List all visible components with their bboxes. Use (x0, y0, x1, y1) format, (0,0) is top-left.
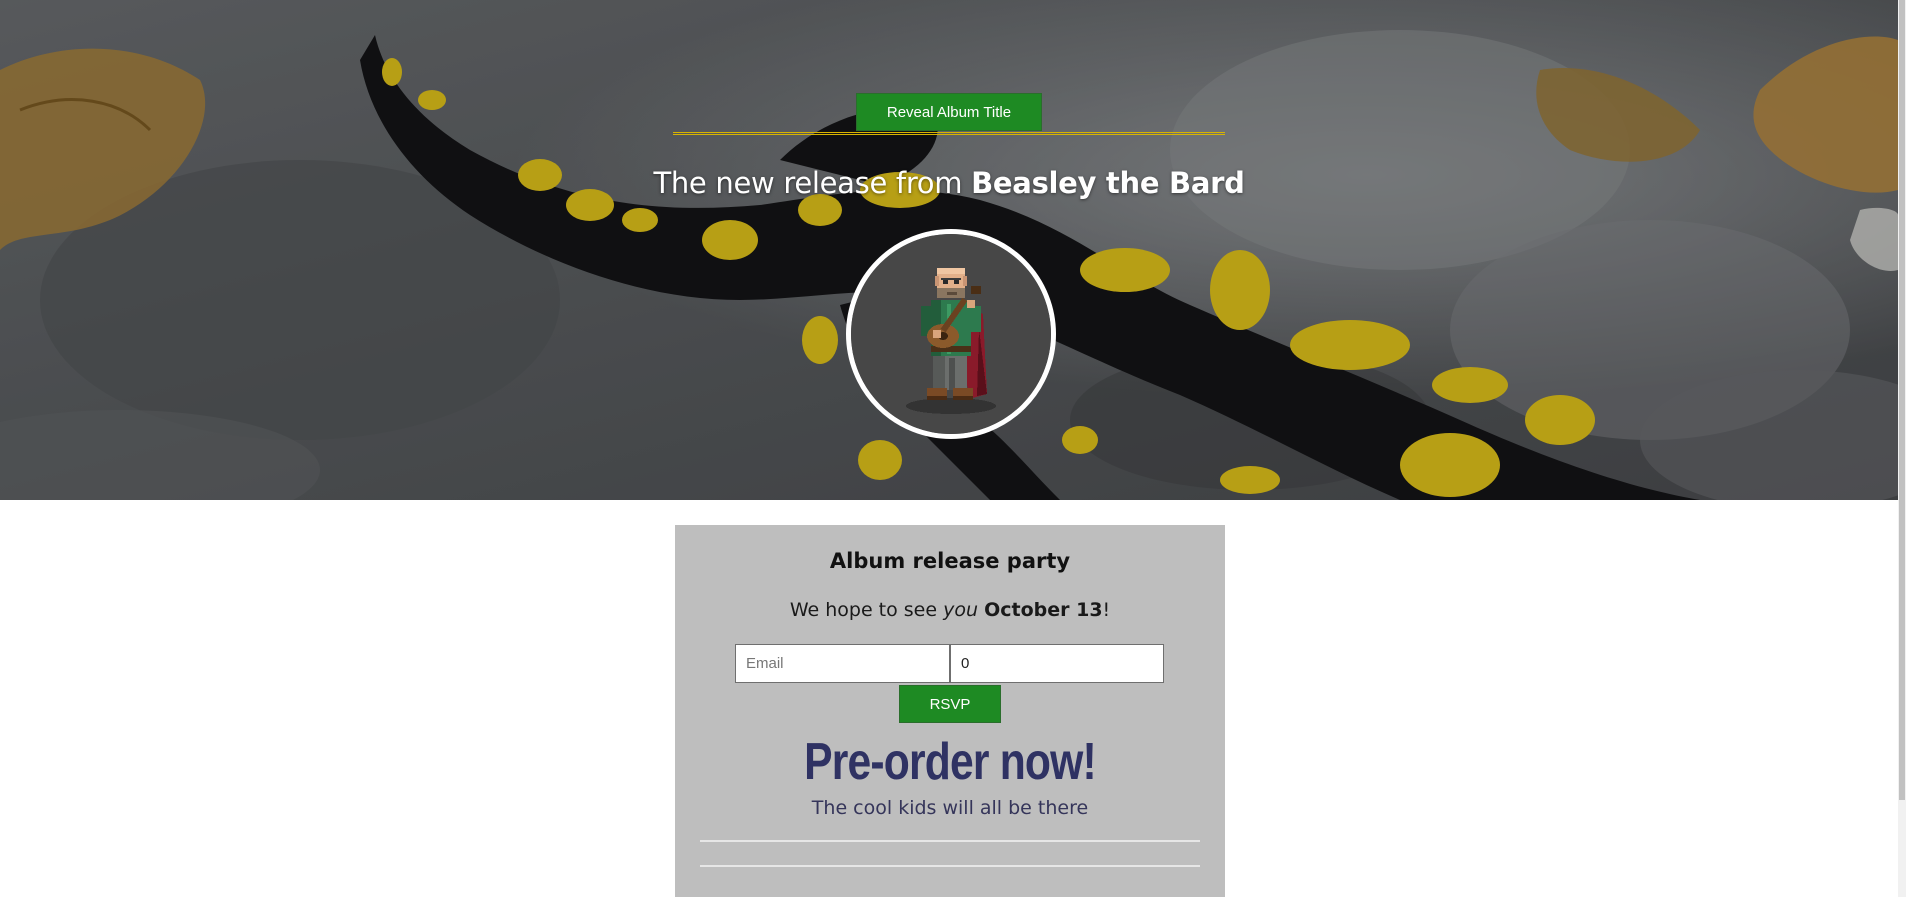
preorder-subtext: The cool kids will all be there (811, 797, 1089, 819)
party-title: Album release party (829, 549, 1071, 573)
bard-pixel-art-image (851, 234, 1051, 434)
gold-divider (673, 132, 1225, 135)
hero-headline: The new release from Beasley the Bard (0, 166, 1898, 200)
page-scrollbar[interactable] (1898, 0, 1906, 897)
invite-date: October 13 (984, 599, 1103, 621)
bard-avatar (846, 229, 1056, 439)
release-party-card: Album release party We hope to see you O… (675, 525, 1225, 897)
card-divider (700, 840, 1200, 842)
party-invite-text: We hope to see you October 13! (675, 599, 1225, 621)
invite-prefix: We hope to see (789, 599, 944, 621)
invite-emphasis: you (943, 599, 979, 621)
scrollbar-thumb[interactable] (1899, 0, 1905, 800)
preorder-heading: Pre-order now! (804, 733, 1097, 791)
invite-suffix: ! (1102, 599, 1111, 621)
reveal-album-title-button[interactable]: Reveal Album Title (856, 93, 1042, 131)
hero-banner: Reveal Album Title The new release from … (0, 0, 1898, 500)
artist-name: Beasley the Bard (971, 166, 1245, 200)
email-field[interactable] (735, 644, 950, 683)
card-divider (700, 865, 1200, 867)
guest-count-field[interactable] (950, 644, 1164, 683)
rsvp-button[interactable]: RSVP (899, 685, 1001, 723)
headline-prefix: The new release from (653, 166, 972, 200)
